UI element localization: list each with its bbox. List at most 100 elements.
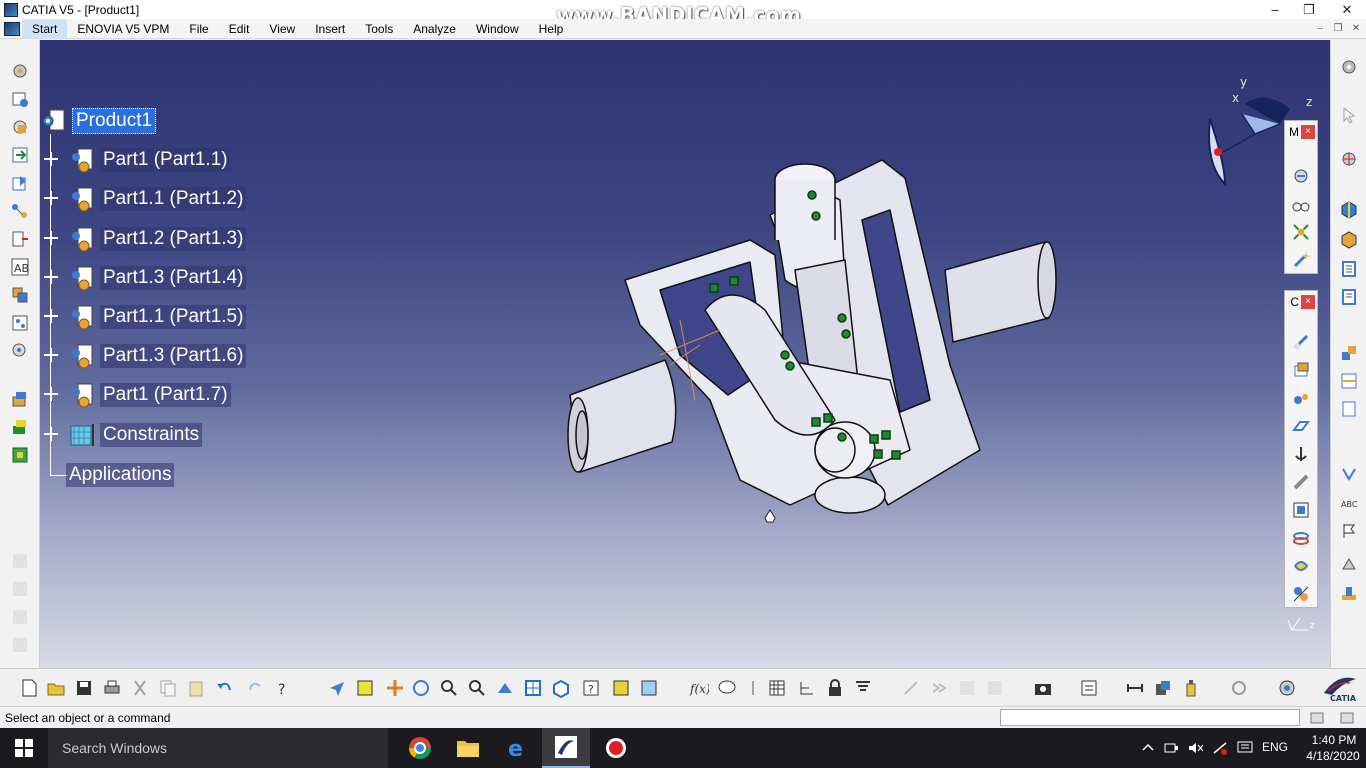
tree-item-part-5[interactable]: Part1.1 (Part1.5) [68, 304, 247, 330]
lock-icon[interactable] [824, 677, 846, 699]
save-icon[interactable] [73, 677, 95, 699]
multi-instantiation-icon[interactable]: AB [9, 256, 31, 278]
maximize-icon[interactable]: ❐ [1292, 0, 1326, 19]
clock-date[interactable]: 4/18/2020 [1302, 749, 1364, 763]
3d-viewport[interactable]: Product1 Part1 (Part1.1) Part1.1 (Part1.… [40, 40, 1330, 668]
fly-mode-icon[interactable] [326, 677, 348, 699]
open-folder-icon[interactable] [45, 677, 67, 699]
pad-icon[interactable] [1290, 359, 1312, 381]
measure-icon[interactable] [1290, 471, 1312, 493]
clock-time[interactable]: 1:40 PM [1306, 733, 1362, 747]
expand-icon[interactable] [44, 309, 58, 323]
graph-tree-reordering-icon[interactable] [9, 200, 31, 222]
shaft-icon[interactable] [1290, 387, 1312, 409]
new-part-icon[interactable] [9, 116, 31, 138]
redo-icon[interactable] [245, 677, 267, 699]
annotation-icon[interactable] [1338, 398, 1360, 420]
menu-tools[interactable]: Tools [355, 19, 403, 39]
universal-joint-model[interactable] [560, 150, 1080, 530]
tree-item-label[interactable]: Constraints [100, 423, 203, 447]
pan-icon[interactable] [384, 677, 406, 699]
clash-icon[interactable] [1152, 677, 1174, 699]
magic-wand-icon[interactable] [1290, 249, 1312, 271]
list-report-icon[interactable] [1338, 286, 1360, 308]
floating-toolbar-close-icon[interactable]: × [1301, 125, 1315, 139]
scene-icon[interactable] [1078, 677, 1100, 699]
tree-item-label[interactable]: Part1.1 (Part1.2) [100, 187, 247, 211]
tree-item-part-1[interactable]: Part1 (Part1.1) [68, 147, 231, 173]
windows-start-icon[interactable] [0, 728, 48, 768]
fast-multi-instantiation-icon[interactable] [9, 284, 31, 306]
zoom-in-icon[interactable] [438, 677, 460, 699]
tree-item-label[interactable]: Part1.3 (Part1.4) [100, 266, 247, 290]
tree-item-constraints[interactable]: Constraints [68, 422, 203, 448]
new-component-icon[interactable] [9, 60, 31, 82]
floating-toolbar-close-icon[interactable]: × [1301, 295, 1315, 309]
input-language-indicator[interactable]: ENG [1262, 740, 1288, 754]
manipulation-icon[interactable] [9, 340, 31, 362]
multi-view-icon[interactable] [522, 677, 544, 699]
gear-icon[interactable] [1338, 56, 1360, 78]
tree-item-label[interactable]: Part1.1 (Part1.5) [100, 305, 247, 329]
taskbar-search-box[interactable]: Search Windows [48, 728, 388, 768]
expand-icon[interactable] [44, 427, 58, 441]
menu-analyze[interactable]: Analyze [403, 19, 466, 39]
update-icon[interactable] [1290, 555, 1312, 577]
tree-item-label[interactable]: Part1.2 (Part1.3) [100, 227, 247, 251]
flag-note-icon[interactable] [1338, 520, 1360, 542]
chrome-icon[interactable] [396, 728, 444, 768]
expand-icon[interactable] [44, 231, 58, 245]
print-icon[interactable] [101, 677, 123, 699]
explode-icon[interactable] [1290, 221, 1312, 243]
action-center-icon[interactable] [1232, 728, 1258, 768]
tree-item-part-2[interactable]: Part1.1 (Part1.2) [68, 186, 247, 212]
expand-icon[interactable] [44, 348, 58, 362]
battery-error-icon[interactable] [1208, 728, 1232, 768]
paste-icon[interactable] [185, 677, 207, 699]
tree-label-product1[interactable]: Product1 [72, 108, 157, 134]
menu-insert[interactable]: Insert [305, 19, 355, 39]
stamp-icon[interactable] [1338, 582, 1360, 604]
network-icon[interactable] [1160, 728, 1184, 768]
new-document-icon[interactable] [18, 677, 40, 699]
tree-item-label[interactable]: Applications [66, 463, 175, 487]
expand-icon[interactable] [44, 387, 58, 401]
cut-icon[interactable] [129, 677, 151, 699]
isometric-view-icon[interactable] [550, 677, 572, 699]
distance-icon[interactable] [1124, 677, 1146, 699]
rotate-icon[interactable] [410, 677, 432, 699]
catalog-icon[interactable] [1290, 583, 1312, 605]
shading-icon[interactable] [638, 677, 660, 699]
coincidence-constraint-icon[interactable] [9, 388, 31, 410]
replace-component-icon[interactable] [9, 172, 31, 194]
link-icon[interactable] [1290, 527, 1312, 549]
expand-icon[interactable] [44, 152, 58, 166]
hide-show-icon[interactable]: ? [580, 677, 602, 699]
tree-item-part-6[interactable]: Part1.3 (Part1.6) [68, 343, 247, 369]
tree-item-part-4[interactable]: Part1.3 (Part1.4) [68, 265, 247, 291]
cube-view-icon[interactable] [1338, 198, 1360, 220]
menu-start[interactable]: Start [22, 18, 68, 39]
tree-expand-icon[interactable] [796, 677, 818, 699]
capture-icon[interactable] [1290, 499, 1312, 521]
start-menu-icon[interactable] [4, 21, 20, 36]
text-with-leader-icon[interactable]: ABC [1338, 492, 1360, 514]
move-component-icon[interactable] [1338, 148, 1360, 170]
fix-component-icon[interactable] [9, 444, 31, 466]
tree-root-product1[interactable]: Product1 [40, 108, 157, 134]
bandicam-icon[interactable] [592, 728, 640, 768]
select-arrow-icon[interactable] [1338, 104, 1360, 126]
new-product-icon[interactable] [9, 88, 31, 110]
tree-item-label[interactable]: Part1 (Part1.7) [100, 383, 231, 407]
expand-icon[interactable] [44, 191, 58, 205]
menu-file[interactable]: File [179, 19, 218, 39]
existing-component-icon[interactable] [9, 144, 31, 166]
refresh-icon[interactable] [1228, 677, 1250, 699]
menu-edit[interactable]: Edit [219, 19, 260, 39]
menu-enovia[interactable]: ENOVIA V5 VPM [67, 19, 179, 39]
tree-item-applications[interactable]: Applications [66, 462, 175, 488]
tray-chevron-icon[interactable] [1136, 728, 1160, 768]
tree-item-part-7[interactable]: Part1 (Part1.7) [68, 382, 231, 408]
bom-icon[interactable] [1338, 258, 1360, 280]
tree-item-label[interactable]: Part1.3 (Part1.6) [100, 344, 247, 368]
